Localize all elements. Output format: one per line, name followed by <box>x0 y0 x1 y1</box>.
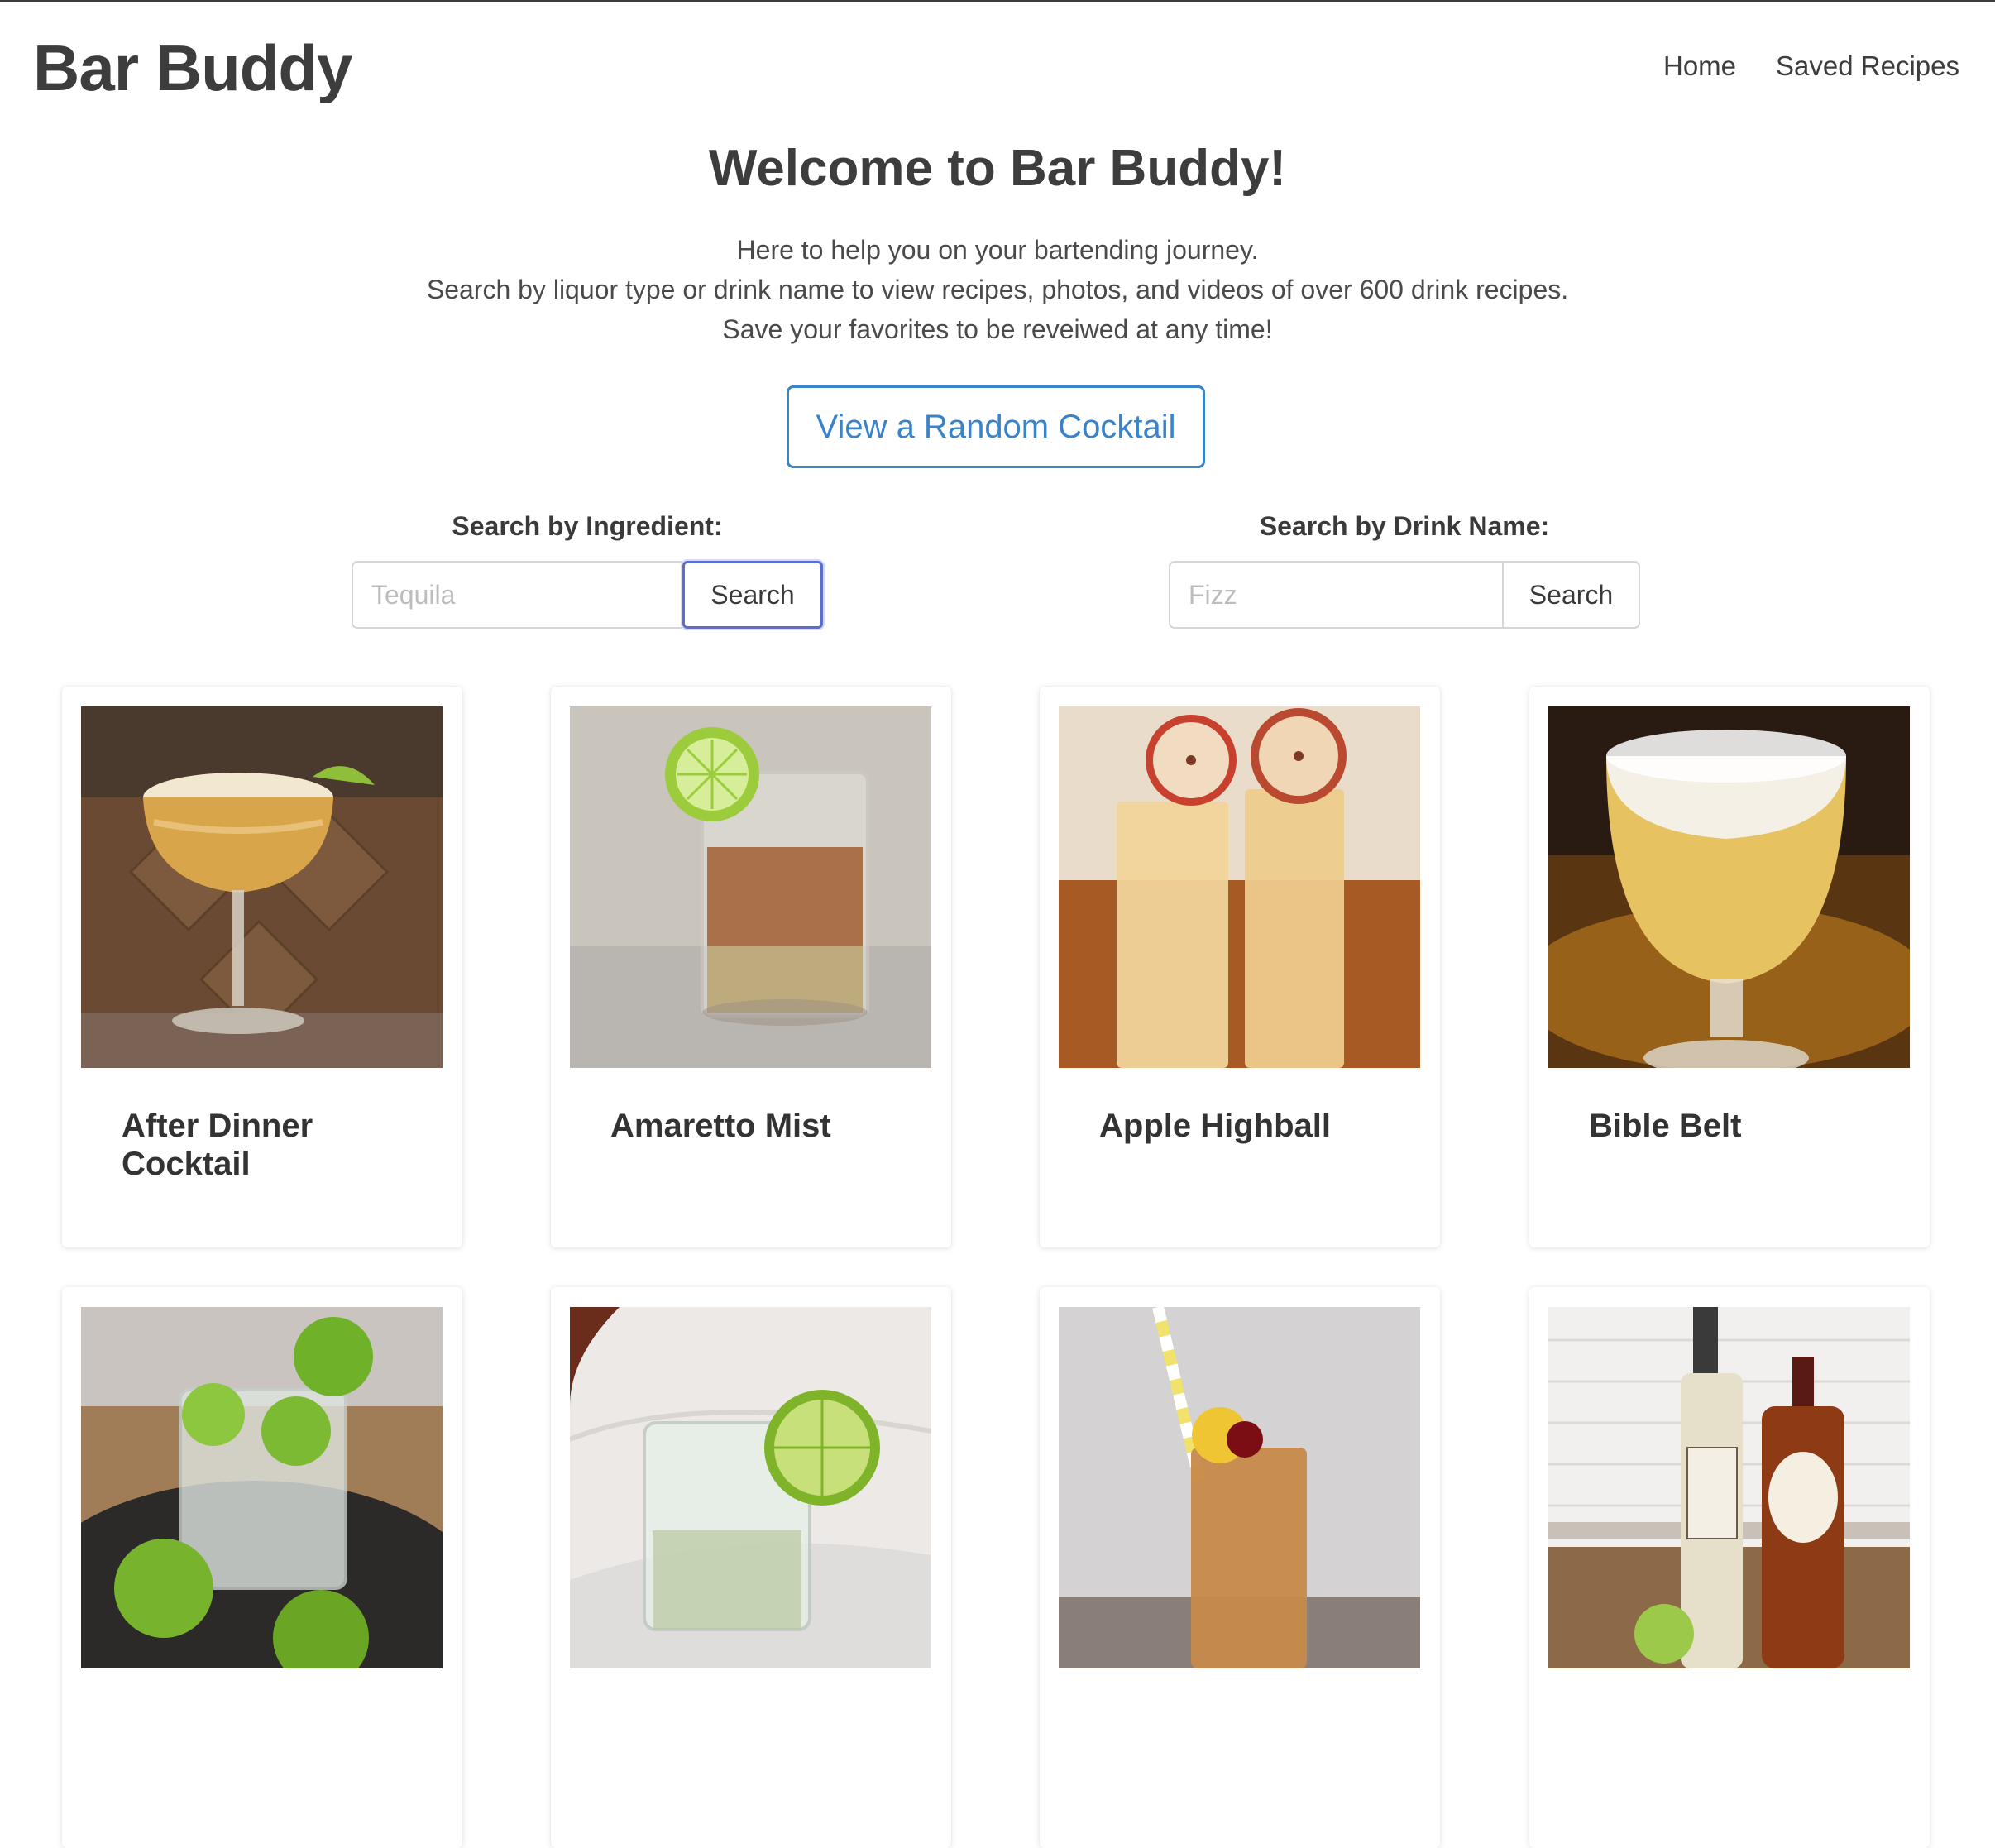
intro-line: Save your favorites to be reveiwed at an… <box>722 314 1273 344</box>
ingredient-search-label: Search by Ingredient: <box>452 511 723 541</box>
cocktail-card-title: Bible Belt <box>1589 1108 1742 1144</box>
ingredient-search-input[interactable]: Tequila <box>352 561 682 629</box>
brand-logo-text[interactable]: Bar Buddy <box>33 31 352 106</box>
coupe-cocktail-photo <box>81 706 443 1068</box>
ingredient-search-group: Tequila Search <box>352 561 823 629</box>
ingredient-search-button[interactable]: Search <box>682 561 823 629</box>
cocktail-card[interactable] <box>62 1287 462 1848</box>
cocktail-card[interactable] <box>551 1287 951 1848</box>
nav-saved-recipes-link[interactable]: Saved Recipes <box>1776 50 1959 82</box>
lime-wheel-rocks-glass-photo <box>570 1307 931 1668</box>
intro-line: Search by liquor type or drink name to v… <box>426 275 1569 304</box>
cocktail-card-title: Apple Highball <box>1099 1108 1331 1144</box>
frothy-goblet-drink-photo <box>1548 706 1910 1068</box>
drink-name-search-group: Fizz Search <box>1169 561 1640 629</box>
gin-lime-rocks-photo <box>81 1307 443 1668</box>
drink-name-search-input[interactable]: Fizz <box>1169 561 1502 629</box>
cocktail-card[interactable]: Bible Belt <box>1529 687 1930 1247</box>
liquor-bottles-photo <box>1548 1307 1910 1668</box>
drink-name-search-label: Search by Drink Name: <box>1259 511 1550 541</box>
page-title: Welcome to Bar Buddy! <box>708 140 1287 197</box>
two-highballs-apple-chips-photo <box>1059 706 1420 1068</box>
cocktail-card[interactable]: Apple Highball <box>1040 687 1440 1247</box>
drink-name-search-button[interactable]: Search <box>1502 561 1640 629</box>
nav-home-link[interactable]: Home <box>1663 50 1736 82</box>
intro-text: Here to help you on your bartending jour… <box>0 230 1995 349</box>
cocktail-card[interactable] <box>1529 1287 1930 1848</box>
lowball-amber-drink-photo <box>570 706 931 1068</box>
cocktail-card-title: After Dinner Cocktail <box>122 1108 313 1182</box>
intro-line: Here to help you on your bartending jour… <box>736 235 1259 265</box>
site-header: Bar Buddy Home Saved Recipes <box>0 2 1995 127</box>
random-cocktail-button[interactable]: View a Random Cocktail <box>787 385 1205 468</box>
cocktail-card[interactable]: After Dinner Cocktail <box>62 687 462 1247</box>
cocktail-card[interactable]: Amaretto Mist <box>551 687 951 1247</box>
cocktail-card[interactable] <box>1040 1287 1440 1848</box>
main-nav: Home Saved Recipes <box>1663 50 1959 82</box>
tall-drink-cherry-straw-photo <box>1059 1307 1420 1668</box>
cocktail-card-title: Amaretto Mist <box>610 1108 831 1144</box>
